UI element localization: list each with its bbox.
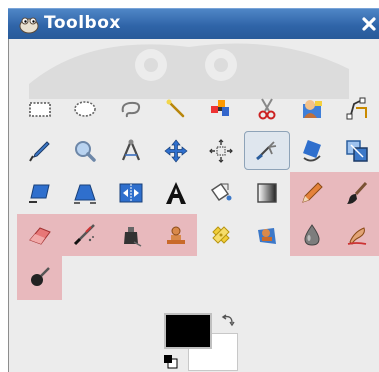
tool-dodge-burn[interactable] bbox=[17, 257, 63, 296]
tool-zoom[interactable] bbox=[62, 131, 108, 170]
tool-ellipse-select[interactable] bbox=[62, 89, 108, 128]
swap-colors-icon[interactable] bbox=[220, 313, 236, 329]
crop-icon bbox=[255, 140, 276, 160]
pencil-icon bbox=[302, 181, 323, 203]
tool-eraser[interactable] bbox=[17, 215, 63, 254]
move-icon bbox=[164, 138, 188, 163]
tool-foreground-select[interactable] bbox=[289, 89, 335, 128]
tool-free-select[interactable] bbox=[108, 89, 154, 128]
titlebar[interactable]: Toolbox bbox=[8, 8, 379, 40]
tool-flip[interactable] bbox=[108, 173, 154, 212]
tool-shear[interactable] bbox=[17, 173, 63, 212]
rect-select-icon bbox=[29, 101, 51, 117]
color-area bbox=[164, 313, 244, 372]
tool-color-picker[interactable] bbox=[17, 131, 63, 170]
paintbrush-icon bbox=[347, 181, 368, 204]
tool-perspective-clone[interactable] bbox=[244, 215, 290, 254]
tool-heal[interactable] bbox=[198, 215, 244, 254]
smudge-icon bbox=[347, 226, 367, 245]
blend-icon bbox=[256, 182, 277, 203]
fuzzy-select-icon bbox=[166, 99, 185, 117]
toolbox-body bbox=[8, 39, 379, 372]
tool-text[interactable] bbox=[153, 173, 199, 212]
tool-clone[interactable] bbox=[153, 215, 199, 254]
paths-icon bbox=[346, 97, 368, 119]
foreground-color-swatch[interactable] bbox=[164, 313, 212, 349]
close-icon[interactable] bbox=[361, 16, 377, 32]
scale-icon bbox=[346, 139, 368, 162]
tool-blend[interactable] bbox=[244, 173, 290, 212]
rotate-icon bbox=[302, 139, 321, 161]
tool-scale[interactable] bbox=[334, 131, 379, 170]
heal-icon bbox=[212, 225, 230, 244]
tool-move[interactable] bbox=[153, 131, 199, 170]
tool-paintbrush[interactable] bbox=[334, 173, 379, 212]
tool-rect-select[interactable] bbox=[17, 89, 63, 128]
tool-rotate[interactable] bbox=[289, 131, 335, 170]
shear-icon bbox=[29, 184, 50, 203]
tool-smudge[interactable] bbox=[334, 215, 379, 254]
blur-icon bbox=[304, 223, 320, 246]
tool-measure[interactable] bbox=[108, 131, 154, 170]
ink-icon bbox=[123, 226, 141, 247]
tool-fuzzy-select[interactable] bbox=[153, 89, 199, 128]
tool-bucket-fill[interactable] bbox=[198, 173, 244, 212]
measure-icon bbox=[121, 139, 140, 160]
bucket-fill-icon bbox=[211, 182, 232, 201]
tool-crop[interactable] bbox=[243, 131, 290, 170]
gimp-wilber-icon bbox=[19, 17, 39, 34]
align-icon bbox=[209, 138, 234, 163]
perspective-icon bbox=[74, 184, 97, 204]
default-colors-icon[interactable] bbox=[164, 355, 178, 369]
tool-blur[interactable] bbox=[289, 215, 335, 254]
tool-pencil[interactable] bbox=[289, 173, 335, 212]
ellipse-select-icon bbox=[74, 100, 97, 117]
toolbox-window: Toolbox bbox=[0, 0, 379, 372]
scissors-select-icon bbox=[258, 97, 275, 119]
window-title: Toolbox bbox=[44, 13, 121, 33]
text-icon bbox=[165, 181, 186, 204]
tool-perspective[interactable] bbox=[62, 173, 108, 212]
zoom-icon bbox=[75, 140, 97, 162]
perspective-clone-icon bbox=[257, 227, 276, 244]
clone-icon bbox=[166, 226, 185, 244]
tool-ink[interactable] bbox=[108, 215, 154, 254]
tool-scissors-select[interactable] bbox=[244, 89, 290, 128]
foreground-select-icon bbox=[302, 99, 322, 118]
tool-align[interactable] bbox=[198, 131, 244, 170]
tool-airbrush[interactable] bbox=[62, 215, 108, 254]
tool-select-by-color[interactable] bbox=[198, 89, 244, 128]
free-select-icon bbox=[121, 101, 140, 117]
eraser-icon bbox=[29, 226, 51, 245]
flip-icon bbox=[119, 183, 143, 202]
color-picker-icon bbox=[29, 140, 50, 162]
tool-paths[interactable] bbox=[334, 89, 379, 128]
airbrush-icon bbox=[74, 223, 96, 245]
dodge-burn-icon bbox=[31, 266, 50, 286]
select-by-color-icon bbox=[211, 99, 230, 116]
